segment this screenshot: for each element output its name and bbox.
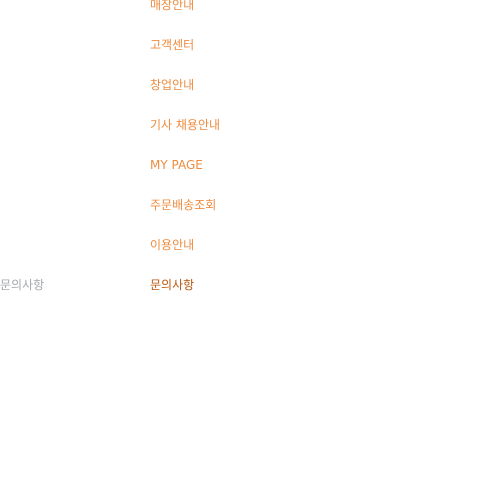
menu-list: 매장안내 고객센터 창업안내 기사 채용안내 MY PAGE 주문배송조회 이용…	[150, 0, 220, 318]
section-title: 문의사항	[0, 278, 45, 292]
page: 문의사항 매장안내 고객센터 창업안내 기사 채용안내 MY PAGE 주문배송…	[0, 0, 500, 500]
menu-item-order-tracking[interactable]: 주문배송조회	[150, 198, 220, 238]
menu-item-usage-guide[interactable]: 이용안내	[150, 238, 220, 278]
menu-item-inquiries[interactable]: 문의사항	[150, 278, 220, 318]
menu-item-franchise-info[interactable]: 창업안내	[150, 78, 220, 118]
menu-item-customer-center[interactable]: 고객센터	[150, 38, 220, 78]
menu-item-store-info[interactable]: 매장안내	[150, 0, 220, 38]
menu-item-driver-recruitment[interactable]: 기사 채용안내	[150, 118, 220, 158]
menu-item-my-page[interactable]: MY PAGE	[150, 158, 220, 198]
